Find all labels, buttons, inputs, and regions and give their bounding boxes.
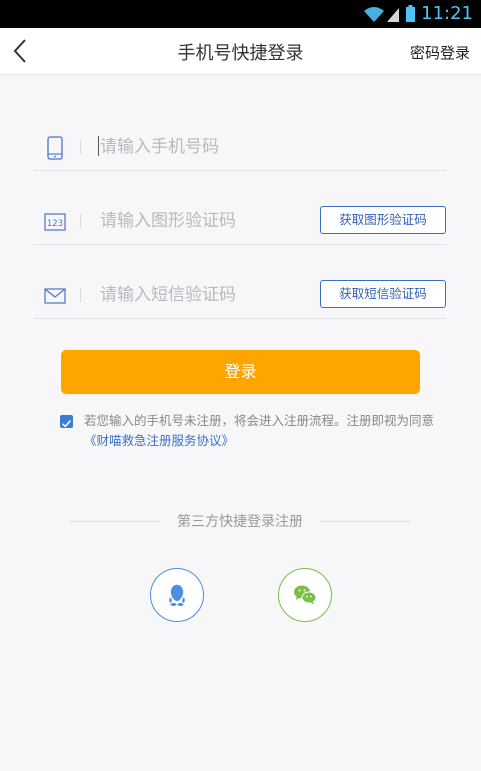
divider	[80, 214, 81, 228]
agreement-link[interactable]: 《财喵救急注册服务协议》	[84, 433, 234, 448]
phone-input[interactable]	[98, 132, 302, 162]
battery-icon	[406, 5, 415, 22]
nav-bar: 手机号快捷登录 密码登录	[0, 28, 481, 75]
wechat-icon	[294, 585, 317, 605]
get-sms-code-button[interactable]: 获取短信验证码	[320, 280, 446, 308]
agreement-statement: 若您输入的手机号未注册，将会进入注册流程。注册即视为同意	[84, 413, 435, 428]
phone-icon	[47, 136, 63, 160]
status-bar: 11:21	[0, 0, 481, 28]
phone-row	[34, 124, 446, 171]
third-party-header: 第三方快捷登录注册	[70, 511, 410, 531]
divider	[80, 288, 81, 302]
envelope-icon	[44, 288, 66, 304]
signal-icon	[387, 8, 399, 22]
sms-code-input[interactable]	[98, 280, 302, 310]
agreement-text: 若您输入的手机号未注册，将会进入注册流程。注册即视为同意《财喵救急注册服务协议》	[84, 411, 440, 451]
get-captcha-button[interactable]: 获取图形验证码	[320, 206, 446, 234]
qq-login-button[interactable]	[150, 568, 204, 622]
captcha-row: 123 获取图形验证码	[34, 198, 446, 245]
page-title: 手机号快捷登录	[177, 43, 304, 64]
captcha-input[interactable]	[98, 206, 302, 236]
status-icons	[363, 5, 419, 23]
divider	[80, 140, 81, 154]
wifi-icon	[364, 7, 384, 22]
sms-row: 获取短信验证码	[34, 272, 446, 319]
status-time: 11:21	[421, 3, 473, 24]
qq-icon	[169, 584, 185, 606]
divider-right	[320, 521, 410, 522]
wechat-login-button[interactable]	[278, 568, 332, 622]
login-button[interactable]: 登录	[61, 350, 420, 394]
agree-checkbox[interactable]	[60, 415, 73, 428]
svg-text:123: 123	[47, 219, 63, 229]
password-login-link[interactable]: 密码登录	[410, 42, 470, 63]
captcha-icon: 123	[44, 213, 66, 231]
checkmark-icon	[61, 420, 72, 428]
